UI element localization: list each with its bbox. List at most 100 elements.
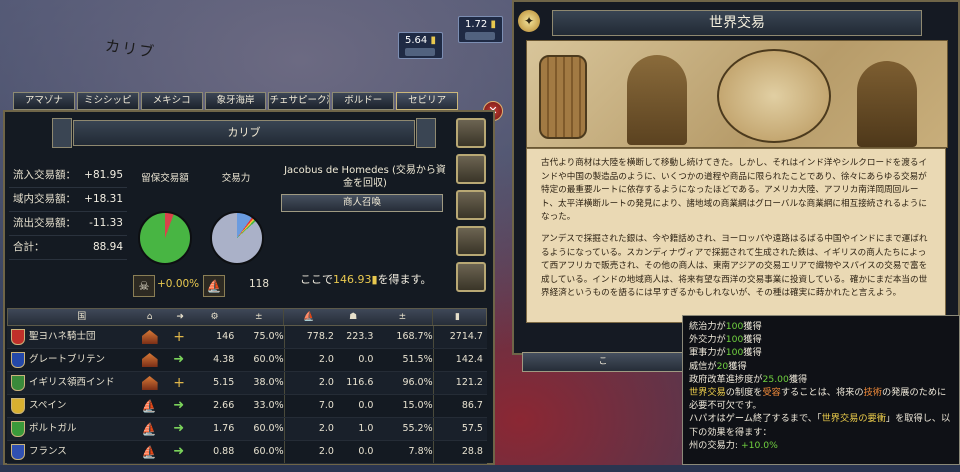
trade-icon[interactable]: [456, 118, 486, 148]
stat-value: 88.94: [92, 241, 123, 253]
tab-amazon[interactable]: アマゾナ: [13, 92, 75, 110]
cell-value: 5.15: [213, 377, 235, 388]
tooltip-line: 威信が20獲得: [689, 360, 747, 372]
tab-bordeaux[interactable]: ボルドー: [332, 92, 395, 110]
trade-stats: 流入交易額： +81.95 域内交易額： +18.31 流出交易額： -11.3…: [9, 164, 127, 260]
cell-value: 778.2: [283, 326, 334, 348]
recall-merchant-button[interactable]: 商人召喚: [281, 194, 443, 212]
world-map-image: [717, 49, 831, 143]
event-option-button[interactable]: こ: [522, 352, 684, 372]
trading-post-icon: [141, 376, 158, 390]
sort-building-icon[interactable]: ⌂: [134, 309, 165, 325]
cell-value: 15.0%: [402, 400, 433, 411]
tab-ivory-coast[interactable]: 象牙海岸: [204, 92, 267, 110]
cell-value: 2.0: [283, 441, 334, 463]
table-header: 国 ⌂ ➜ ⚙ ± ⛵ ☗ ± ▮: [7, 308, 487, 326]
table-row[interactable]: スペイン ⛵ ➜ 2.66 33.0% 7.0 0.0 15.0% 86.7: [7, 395, 487, 418]
ship-icon: ⛵: [141, 445, 157, 459]
country-table: 国 ⌂ ➜ ⚙ ± ⛵ ☗ ± ▮ 聖ヨハネ騎士団 + 146 75.0% 77…: [7, 308, 487, 464]
pirate-icon[interactable]: ☠: [133, 275, 155, 297]
country-flag-icon[interactable]: [11, 329, 25, 345]
settings-icon[interactable]: [456, 262, 486, 292]
arrow-icon: ➜: [173, 444, 185, 459]
sort-arrow-icon[interactable]: ➜: [165, 309, 195, 325]
table-row[interactable]: フランス ⛵ ➜ 0.88 60.0% 2.0 0.0 7.8% 28.8: [7, 441, 487, 464]
table-row[interactable]: 聖ヨハネ騎士団 + 146 75.0% 778.2 223.3 168.7% 2…: [7, 326, 487, 349]
tooltip-line: 外交力が100獲得: [689, 334, 762, 346]
sort-power-icon[interactable]: ⚙: [195, 309, 234, 325]
cell-value: 28.8: [432, 441, 487, 463]
gain-prefix: ここで: [300, 273, 333, 286]
sort-percent-icon[interactable]: ±: [234, 309, 283, 325]
stat-value: +18.31: [84, 193, 123, 205]
tooltip-line: ハパオはゲーム終了するまで、「世界交易の要衝」を取得し、以下の効果を得ます：: [689, 413, 951, 438]
country-flag-icon[interactable]: [11, 444, 25, 460]
tooltip-line: 世界交易の制度を受容することは、将来の技術の発展のために必要不可欠です。: [689, 387, 947, 412]
tab-chesapeake[interactable]: チェサピーク湾: [268, 92, 331, 110]
stat-label: 合計：: [13, 241, 45, 253]
tab-mississippi[interactable]: ミシシッピ: [76, 92, 139, 110]
country-header[interactable]: 国: [30, 309, 134, 325]
country-name[interactable]: グレートブリテン: [29, 349, 134, 371]
sort-merchant-icon[interactable]: ☗: [334, 309, 373, 325]
country-name[interactable]: スペイン: [29, 395, 134, 417]
gain-text: ここで146.93▮を得ます。: [300, 273, 432, 286]
trading-post-icon: [141, 330, 158, 344]
tab-mexico[interactable]: メキシコ: [140, 92, 203, 110]
merchant-portrait-icon[interactable]: [456, 154, 486, 184]
cell-value: 7.8%: [408, 446, 433, 457]
merchant-figure-left: [627, 55, 687, 145]
stat-value: +81.95: [84, 169, 123, 181]
table-row[interactable]: イギリス領西インド + 5.15 38.0% 2.0 116.6 96.0% 1…: [7, 372, 487, 395]
cell-value: 0.88: [213, 446, 235, 457]
cell-value: 86.7: [432, 395, 487, 417]
trade-node-title: カリブ: [52, 118, 436, 148]
cell-value: 0.0: [358, 400, 374, 411]
trade-value-badge-left[interactable]: 5.64 ▮: [398, 32, 443, 59]
cell-value: 75.0%: [253, 331, 284, 342]
event-description: 古代より商材は大陸を横断して移動し続けてきた。しかし、それはインド洋やシルクロー…: [526, 148, 946, 323]
power-pie-chart[interactable]: [210, 211, 264, 265]
ship-icon[interactable]: ⛵: [203, 275, 225, 297]
merchant-figure-right: [857, 61, 917, 147]
map-region-label: カリブ: [103, 36, 157, 62]
stat-label: 流入交易額：: [13, 169, 76, 181]
sort-ship-icon[interactable]: ⛵: [283, 309, 333, 325]
country-name[interactable]: フランス: [29, 441, 134, 463]
tab-seville[interactable]: セビリア: [396, 92, 459, 110]
country-name[interactable]: 聖ヨハネ騎士団: [29, 326, 134, 348]
power-header: 交易力: [221, 173, 251, 184]
stat-incoming: 流入交易額： +81.95: [9, 164, 127, 188]
side-tab-icons: [456, 118, 490, 298]
country-flag-icon[interactable]: [11, 398, 25, 414]
barrel-image: [539, 55, 587, 139]
cell-value: 2.0: [283, 349, 334, 371]
tooltip-line: 統治力が100獲得: [689, 321, 762, 332]
table-row[interactable]: ポルトガル ⛵ ➜ 1.76 60.0% 2.0 1.0 55.2% 57.5: [7, 418, 487, 441]
stat-local: 域内交易額： +18.31: [9, 188, 127, 212]
cell-value: 116.6: [346, 377, 374, 388]
country-name[interactable]: イギリス領西インド: [29, 372, 134, 394]
table-row[interactable]: グレートブリテン ➜ 4.38 60.0% 2.0 0.0 51.5% 142.…: [7, 349, 487, 372]
cell-value: 2714.7: [432, 326, 487, 348]
event-title: 世界交易: [552, 10, 922, 36]
retained-pie-chart[interactable]: [138, 211, 192, 265]
stat-total: 合計： 88.94: [9, 236, 127, 260]
country-flag-icon[interactable]: [11, 421, 25, 437]
cell-value: 223.3: [346, 331, 374, 342]
tooltip-line: 政府改革進捗度が25.00獲得: [689, 373, 808, 385]
route-icon[interactable]: [456, 190, 486, 220]
retained-header: 留保交易額: [141, 173, 189, 184]
country-flag-icon[interactable]: [11, 352, 25, 368]
plus-icon: +: [173, 329, 185, 345]
country-flag-icon[interactable]: [11, 375, 25, 391]
power-value: 118: [249, 278, 270, 290]
sort-value-icon[interactable]: ▮: [431, 309, 486, 325]
trade-node-panel: カリブ 流入交易額： +81.95 域内交易額： +18.31 流出交易額： -…: [3, 110, 495, 465]
trade-value-badge-right[interactable]: 1.72 ▮: [458, 16, 503, 43]
city-icon[interactable]: [456, 226, 486, 256]
country-name[interactable]: ポルトガル: [29, 418, 134, 440]
cell-value: 2.66: [213, 400, 235, 411]
arrow-icon: ➜: [173, 398, 185, 413]
sort-share-icon[interactable]: ±: [373, 309, 432, 325]
